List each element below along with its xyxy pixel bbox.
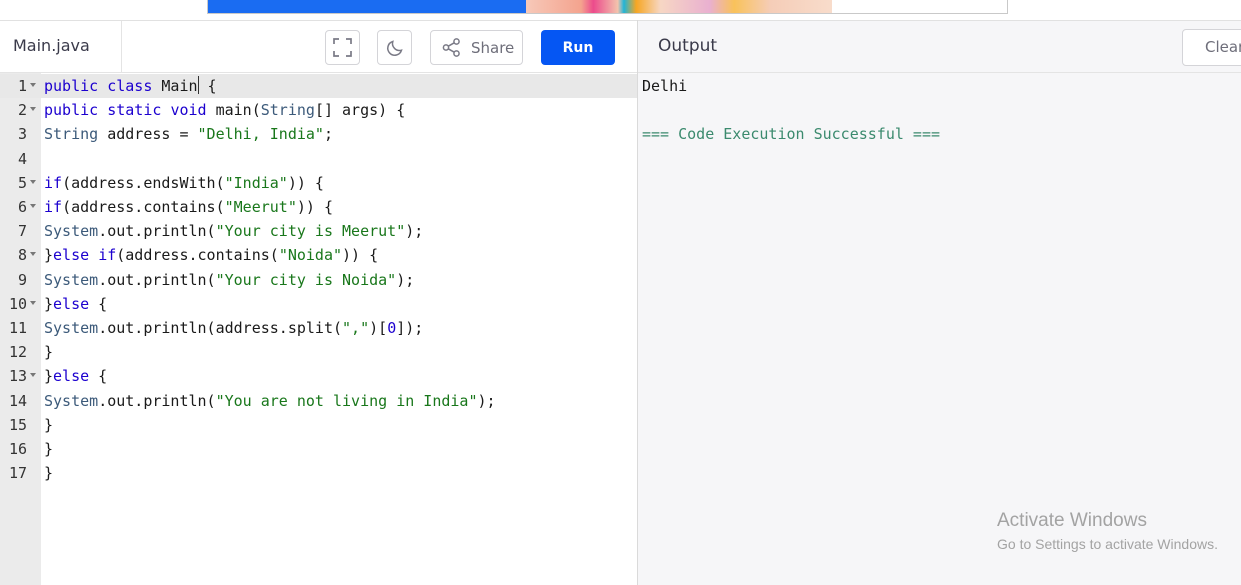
code-line[interactable]: 12} xyxy=(0,340,637,364)
share-button[interactable]: Share xyxy=(430,30,523,65)
fullscreen-button[interactable] xyxy=(325,30,360,65)
code-line[interactable]: 15} xyxy=(0,413,637,437)
line-number: 9 xyxy=(17,270,27,289)
code-line[interactable]: 14 System.out.println("You are not living… xyxy=(0,389,637,413)
clear-button[interactable]: Clear xyxy=(1182,29,1241,66)
code-text: } xyxy=(44,440,54,458)
text-cursor xyxy=(197,76,199,94)
code-text: } xyxy=(44,343,54,362)
code-text: System.out.println("You are not living i… xyxy=(44,391,496,410)
fold-arrow-icon[interactable] xyxy=(30,204,36,208)
code-text: }else { xyxy=(44,294,108,313)
code-editor[interactable]: 1 public class Main { 2 public static void … xyxy=(0,73,637,585)
code-line[interactable]: 2 public static void main(String[] args) … xyxy=(0,98,637,122)
fullscreen-icon xyxy=(333,38,352,57)
code-text: System.out.println("Your city is Noida")… xyxy=(44,270,415,289)
fold-arrow-icon[interactable] xyxy=(30,179,36,184)
line-number: 2 xyxy=(17,101,27,120)
code-line[interactable]: 13 }else { xyxy=(0,364,637,388)
output-pane: Output Clear Delhi === Code Execution Suc… xyxy=(638,20,1241,585)
line-number: 3 xyxy=(17,125,27,144)
code-text: }else { xyxy=(44,367,108,386)
line-number: 10 xyxy=(8,294,27,313)
code-text: public class Main { xyxy=(44,76,217,95)
code-text: String address = "Delhi, India"; xyxy=(44,125,333,144)
activate-windows-watermark: Activate Windows Go to Settings to activ… xyxy=(997,510,1218,554)
share-label: Share xyxy=(471,38,515,57)
file-tab-main-java[interactable]: Main.java xyxy=(0,21,122,72)
code-line[interactable]: 6 if(address.contains("Meerut")) { xyxy=(0,195,637,219)
line-number: 13 xyxy=(8,367,27,386)
code-line[interactable]: 7 System.out.println("Your city is Meerut… xyxy=(0,219,637,243)
editor-pane: Main.java Share Run 1 public class Main {… xyxy=(0,20,637,585)
output-line: Delhi xyxy=(642,77,688,95)
line-number: 8 xyxy=(17,246,27,265)
ad-banner-illustration xyxy=(526,0,832,13)
ad-banner-blue-block xyxy=(208,0,526,13)
line-number: 12 xyxy=(8,343,27,362)
code-text: System.out.println("Your city is Meerut"… xyxy=(44,222,424,241)
fold-arrow-icon[interactable] xyxy=(30,107,36,112)
line-number: 17 xyxy=(8,464,27,483)
line-number: 7 xyxy=(17,222,27,241)
share-icon xyxy=(442,38,460,57)
code-line[interactable]: 17} xyxy=(0,461,637,485)
line-number: 15 xyxy=(8,415,27,434)
output-title: Output xyxy=(658,36,718,56)
line-number: 1 xyxy=(17,77,27,95)
code-line[interactable]: 5 if(address.endsWith("India")) { xyxy=(0,171,637,195)
code-text: if(address.endsWith("India")) { xyxy=(44,173,324,192)
editor-header: Main.java Share Run xyxy=(0,21,637,73)
line-number: 11 xyxy=(8,319,27,337)
code-line[interactable]: 9 System.out.println("Your city is Noida"… xyxy=(0,268,637,292)
fold-arrow-icon[interactable] xyxy=(30,373,36,378)
execution-status-line: === Code Execution Successful === xyxy=(642,125,941,144)
code-line[interactable]: 8 }else if(address.contains("Noida")) { xyxy=(0,243,637,267)
line-number: 14 xyxy=(8,391,27,410)
code-text: System.out.println(address.split(",")[0]… xyxy=(44,319,424,337)
code-line[interactable]: 16} xyxy=(0,437,637,461)
fold-arrow-icon[interactable] xyxy=(30,252,36,257)
code-text: public static void main(String[] args) { xyxy=(44,101,406,120)
fold-arrow-icon[interactable] xyxy=(30,83,36,87)
theme-toggle-button[interactable] xyxy=(377,30,412,65)
run-button[interactable]: Run xyxy=(541,30,615,65)
fold-arrow-icon[interactable] xyxy=(30,300,36,305)
line-number: 4 xyxy=(17,149,27,168)
watermark-subtitle: Go to Settings to activate Windows. xyxy=(997,536,1218,552)
code-text: } xyxy=(44,464,54,483)
code-text: }else if(address.contains("Noida")) { xyxy=(44,246,379,265)
ad-banner[interactable] xyxy=(207,0,1008,14)
output-header: Output Clear xyxy=(638,21,1241,73)
code-text: } xyxy=(44,415,54,434)
code-text: if(address.contains("Meerut")) { xyxy=(44,198,333,216)
code-line[interactable]: 3 String address = "Delhi, India"; xyxy=(0,122,637,146)
code-line[interactable]: 1 public class Main { xyxy=(0,74,637,99)
watermark-title: Activate Windows xyxy=(997,510,1147,531)
code-line[interactable]: 4 xyxy=(0,147,637,171)
code-line[interactable]: 11 System.out.println(address.split(",")[… xyxy=(0,316,637,340)
line-number: 16 xyxy=(8,440,27,458)
moon-icon xyxy=(386,39,403,56)
code-line[interactable]: 10 }else { xyxy=(0,292,637,316)
line-number: 5 xyxy=(17,173,27,192)
line-number: 6 xyxy=(17,198,27,216)
